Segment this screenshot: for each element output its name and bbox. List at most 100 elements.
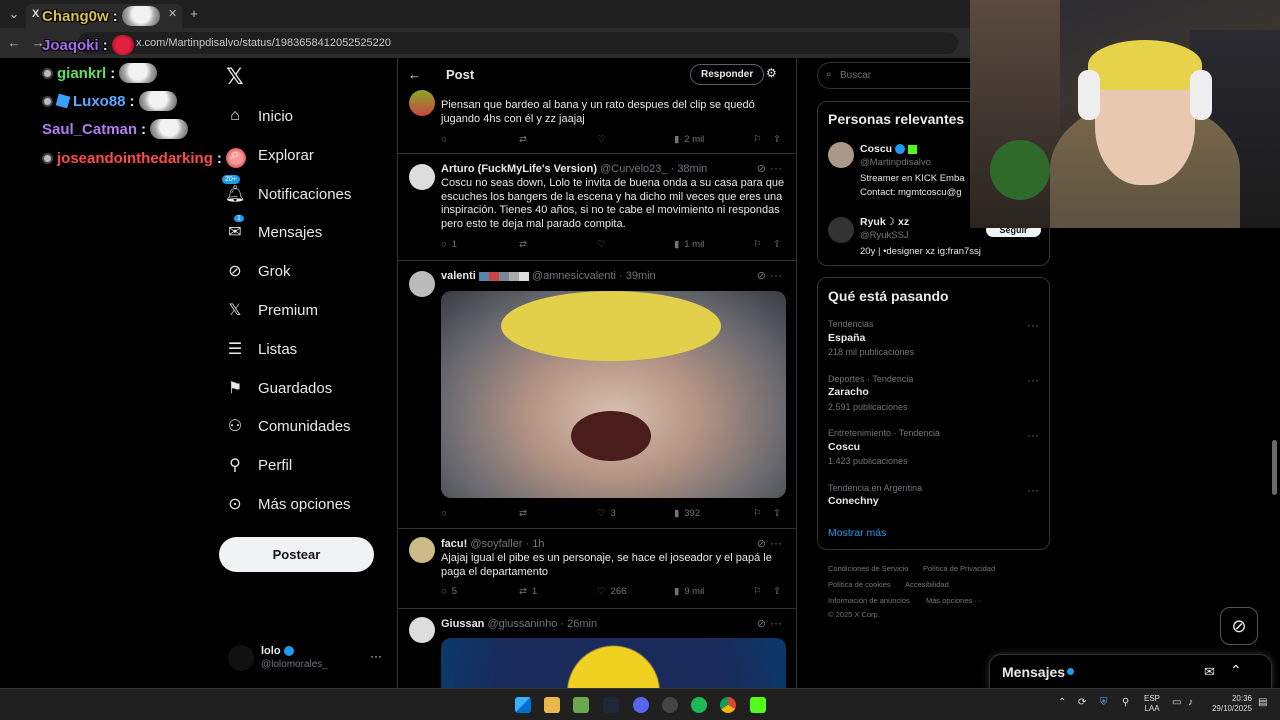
more-icon[interactable]: ··· <box>1027 428 1039 442</box>
new-message-icon[interactable]: ✉ <box>1204 664 1215 680</box>
avatar[interactable] <box>409 617 435 643</box>
grok-icon[interactable]: ⊘ <box>757 537 766 550</box>
discord-icon[interactable] <box>633 697 649 713</box>
taskbar-clock[interactable]: 20:36 29/10/2025 <box>1208 694 1252 714</box>
steam-icon[interactable] <box>603 697 619 713</box>
footer-more-link[interactable]: Más opciones ··· <box>926 596 982 605</box>
share-icon[interactable]: ⇪ <box>773 134 781 145</box>
more-icon[interactable]: ··· <box>770 536 782 550</box>
account-switcher[interactable]: lolo @lolomorales_ ··· <box>228 645 398 675</box>
tweet-author-name[interactable]: facu! <box>441 538 467 550</box>
avatar[interactable] <box>409 164 435 190</box>
nav-item-grok[interactable]: ⊘ Grok <box>226 256 290 286</box>
nav-item-listas[interactable]: ☰ Listas <box>226 334 297 364</box>
retweet-icon[interactable]: ⇄ 1 <box>519 586 537 597</box>
person-handle[interactable]: @RyukSSJ <box>860 230 909 241</box>
reply-icon[interactable]: ○ <box>441 508 447 519</box>
more-icon[interactable]: ··· <box>770 268 782 282</box>
url-input[interactable]: x.com/Martinpdisalvo/status/198365841205… <box>78 32 958 54</box>
footer-cookies-link[interactable]: Política de cookies <box>828 580 891 589</box>
tweet[interactable]: Arturo (FuckMyLife's Version) @Curvelo23… <box>398 154 796 261</box>
tray-mic-icon[interactable]: ⚲ <box>1122 697 1129 708</box>
retweet-icon[interactable]: ⇄ <box>519 508 527 519</box>
network-icon[interactable]: ▭ <box>1172 697 1181 708</box>
footer-ads-link[interactable]: Información de anuncios <box>828 596 910 605</box>
grok-icon[interactable]: ⊘ <box>757 162 766 175</box>
tweet[interactable]: facu! @soyfaller · 1h ⊘ ··· Ajajaj igual… <box>398 529 796 609</box>
tab-list-icon[interactable]: ⌄ <box>4 3 24 25</box>
grok-icon[interactable]: ⊘ <box>757 269 766 282</box>
more-icon[interactable]: ··· <box>1027 373 1039 387</box>
share-icon[interactable]: ⇪ <box>773 508 781 519</box>
tweet-author-name[interactable]: Arturo (FuckMyLife's Version) <box>441 163 597 175</box>
nav-item-premium[interactable]: 𝕏 Premium <box>226 295 318 325</box>
nav-item-mas-opciones[interactable]: ⊙ Más opciones <box>226 489 350 519</box>
more-icon[interactable]: ··· <box>1027 483 1039 497</box>
more-icon[interactable]: ··· <box>770 161 782 175</box>
tray-sync-icon[interactable]: ⟳ <box>1078 697 1086 708</box>
tweet[interactable]: valenti @amnesicvalenti · 39min ⊘ ··· ○ … <box>398 261 796 529</box>
reply-button[interactable]: Responder <box>690 64 765 85</box>
reply-icon[interactable]: ○ 1 <box>441 239 457 250</box>
trend-name[interactable]: Conechny <box>828 495 879 507</box>
nav-item-perfil[interactable]: ⚲ Perfil <box>226 450 292 480</box>
grok-icon[interactable]: ⊘ <box>757 617 766 630</box>
reply-icon[interactable]: ○ 5 <box>441 586 457 597</box>
share-icon[interactable]: ⇪ <box>773 586 781 597</box>
footer-terms-link[interactable]: Condiciones de Servicio <box>828 564 908 573</box>
tweet-media-image[interactable] <box>441 291 786 498</box>
avatar[interactable] <box>409 90 435 116</box>
tray-shield-icon[interactable]: ⛨ <box>1100 697 1108 708</box>
avatar[interactable] <box>828 217 854 243</box>
page-scrollbar-thumb[interactable] <box>1272 440 1277 495</box>
like-icon[interactable]: ♡ 3 <box>597 508 616 519</box>
trend-name[interactable]: Zaracho <box>828 386 869 398</box>
bookmark-icon[interactable]: ⚐ <box>753 239 762 250</box>
tweet-author-name[interactable]: Giussan <box>441 618 484 630</box>
more-icon[interactable]: ··· <box>370 649 382 663</box>
nav-item-explorar[interactable]: ⌕ Explorar <box>226 140 314 170</box>
avatar[interactable] <box>409 537 435 563</box>
tweet-author-handle[interactable]: @amnesicvalenti <box>532 270 616 282</box>
tweet[interactable]: Piensan que bardeo al bana y un rato des… <box>398 90 796 154</box>
file-explorer-icon[interactable] <box>544 697 560 713</box>
footer-accessibility-link[interactable]: Accesibilidad <box>905 580 949 589</box>
show-more-link[interactable]: Mostrar más <box>828 527 886 539</box>
bookmark-icon[interactable]: ⚐ <box>753 586 762 597</box>
like-icon[interactable]: ♡ <box>597 239 606 250</box>
share-icon[interactable]: ⇪ <box>773 239 781 250</box>
nav-item-comunidades[interactable]: ⚇ Comunidades <box>226 411 351 441</box>
nav-item-mensajes[interactable]: ✉ 1 Mensajes <box>226 215 322 247</box>
views-icon[interactable]: ▮ 2 mil <box>674 134 704 145</box>
tweet-author-handle[interactable]: @Curvelo23_ <box>600 163 667 175</box>
expand-chevron-icon[interactable]: ⌃ <box>1230 662 1242 679</box>
language-indicator[interactable]: ESP LAA <box>1144 694 1160 714</box>
app-icon[interactable] <box>573 697 589 713</box>
avatar[interactable] <box>828 142 854 168</box>
obs-icon[interactable] <box>662 697 678 713</box>
bookmark-icon[interactable]: ⚐ <box>753 134 762 145</box>
tweet-media-image[interactable] <box>441 638 786 688</box>
like-icon[interactable]: ♡ <box>597 134 606 145</box>
back-arrow-icon[interactable]: ← <box>4 32 24 54</box>
x-logo-icon[interactable]: 𝕏 <box>226 64 244 90</box>
trend-name[interactable]: Coscu <box>828 441 860 453</box>
post-button[interactable]: Postear <box>219 537 374 572</box>
tweet-author-handle[interactable]: @giussaninho <box>487 618 557 630</box>
notification-center-icon[interactable]: ▤ <box>1258 697 1267 708</box>
spotify-icon[interactable] <box>691 697 707 713</box>
retweet-icon[interactable]: ⇄ <box>519 239 527 250</box>
new-tab-icon[interactable]: + <box>184 3 204 25</box>
more-icon[interactable]: ··· <box>1027 318 1039 332</box>
chrome-icon[interactable] <box>720 697 736 713</box>
trend-name[interactable]: España <box>828 332 865 344</box>
grok-floating-button[interactable]: ⊘ <box>1220 607 1258 645</box>
more-icon[interactable]: ··· <box>770 616 782 630</box>
person-name[interactable]: Coscu <box>860 143 917 155</box>
footer-privacy-link[interactable]: Política de Privacidad <box>923 564 995 573</box>
nav-item-inicio[interactable]: ⌂ Inicio <box>226 101 293 131</box>
back-arrow-icon[interactable]: ← <box>408 67 421 82</box>
tray-chevron-icon[interactable]: ⌃ <box>1058 697 1066 708</box>
kick-icon[interactable] <box>750 697 766 713</box>
bookmark-icon[interactable]: ⚐ <box>753 508 762 519</box>
